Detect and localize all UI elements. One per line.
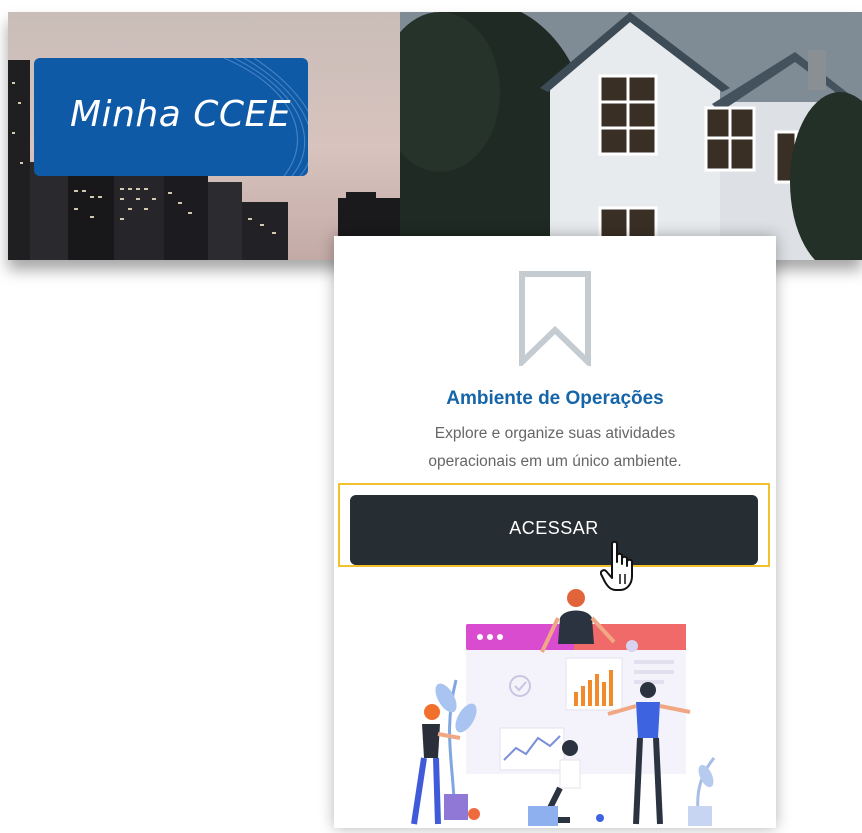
card-description: Explore e organize suas atividades opera… [428, 425, 682, 470]
access-button[interactable]: ACESSAR [350, 495, 758, 565]
house-image [400, 12, 862, 260]
team-dashboard-illustration [374, 588, 734, 833]
brand-title: Minha CCEE [70, 94, 291, 135]
card-title: Ambiente de Operações [446, 388, 664, 409]
bookmark-icon [518, 270, 592, 371]
header-banner: Minha CCEE [8, 12, 862, 260]
operations-card: Ambiente de Operações Explore e organize… [334, 236, 776, 828]
brand-logo-box: Minha CCEE [34, 58, 308, 176]
